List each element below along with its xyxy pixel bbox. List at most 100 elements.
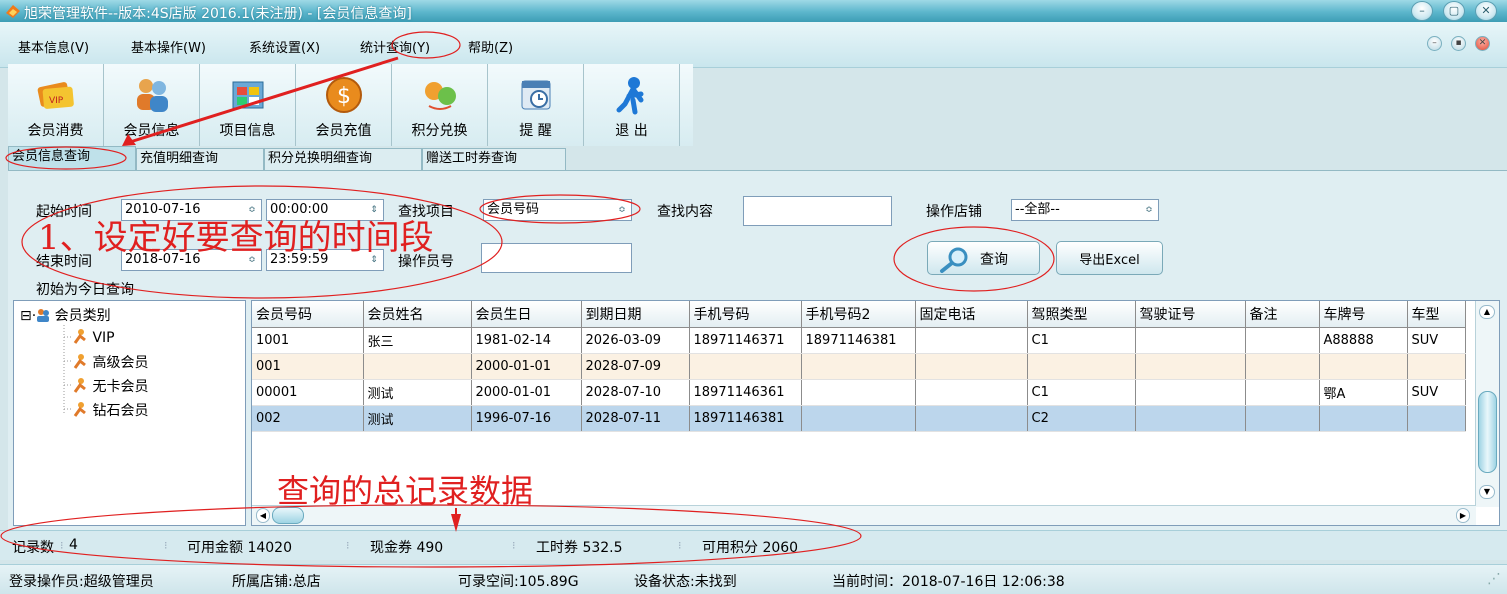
table-row[interactable]: 001 2000-01-01 2028-07-09 (252, 353, 1466, 380)
store-dropdown-icon[interactable]: ≎ (1141, 202, 1157, 218)
table-cell (689, 353, 802, 380)
table-cell (915, 405, 1028, 432)
column-header[interactable]: 手机号码 (689, 301, 802, 328)
title-bar: 旭荣管理软件--版本:4S店版 2016.1(未注册) - [会员信息查询] –… (0, 0, 1507, 22)
table-cell (1135, 353, 1246, 380)
menu-basic-ops[interactable]: 基本操作(W) (131, 37, 206, 56)
member-consume-button[interactable]: VIP 会员消费 (8, 64, 104, 146)
magnifier-icon (940, 247, 968, 273)
table-cell: 测试 (363, 405, 472, 432)
column-header[interactable]: 驾照类型 (1027, 301, 1136, 328)
search-content-input[interactable] (743, 196, 892, 226)
scroll-left-icon[interactable]: ◀ (256, 508, 270, 523)
scroll-right-icon[interactable]: ▶ (1456, 508, 1470, 523)
separator: ⁝ (60, 539, 64, 552)
menu-help[interactable]: 帮助(Z) (468, 37, 513, 56)
table-cell: 2000-01-01 (471, 353, 582, 380)
member-user-icon (73, 329, 86, 344)
column-header[interactable]: 车型 (1407, 301, 1466, 328)
tree-item-vip[interactable]: VIP (72, 328, 115, 346)
tree-item-nocard[interactable]: 无卡会员 (72, 376, 148, 396)
column-header[interactable]: 到期日期 (581, 301, 690, 328)
tab-recharge-detail[interactable]: 充值明细查询 (136, 148, 264, 170)
query-button[interactable]: 查询 (927, 241, 1040, 275)
table-cell (1135, 379, 1246, 406)
exit-button[interactable]: 退 出 (584, 64, 680, 146)
table-header-row: 会员号码 会员姓名 会员生日 到期日期 手机号码 手机号码2 固定电话 驾照类型… (252, 301, 1466, 328)
menu-basic-info[interactable]: 基本信息(V) (18, 37, 89, 56)
separator: ⁝ (512, 539, 516, 552)
column-header[interactable]: 手机号码2 (801, 301, 916, 328)
mdi-close-button[interactable]: ✕ (1475, 36, 1490, 51)
member-info-button[interactable]: 会员信息 (104, 64, 200, 146)
tab-member-query[interactable]: 会员信息查询 (8, 146, 136, 170)
project-info-button[interactable]: 项目信息 (200, 64, 296, 146)
table-cell: 1001 (252, 327, 364, 354)
table-cell: SUV (1407, 327, 1466, 354)
column-header[interactable]: 会员生日 (471, 301, 582, 328)
search-item-dropdown-icon[interactable]: ≎ (614, 202, 630, 218)
store-value: --全部-- (1015, 202, 1060, 217)
table-cell (1245, 327, 1320, 354)
mdi-restore-button[interactable]: ▪ (1451, 36, 1466, 51)
window-title: 旭荣管理软件--版本:4S店版 2016.1(未注册) - [会员信息查询] (24, 6, 412, 22)
column-header[interactable]: 驾驶证号 (1135, 301, 1246, 328)
table-cell (801, 353, 916, 380)
table-cell: A88888 (1319, 327, 1408, 354)
column-header[interactable]: 备注 (1245, 301, 1320, 328)
tab-voucher-query[interactable]: 赠送工时券查询 (422, 148, 566, 170)
export-excel-label: 导出Excel (1079, 253, 1140, 268)
resize-grip-icon[interactable]: ⋰ (1487, 571, 1501, 587)
minimize-button[interactable]: – (1411, 1, 1433, 21)
table-row[interactable]: 1001 张三 1981-02-14 2026-03-09 1897114637… (252, 327, 1466, 354)
hour-voucher: 工时券 532.5 (536, 540, 623, 556)
status-bar: 登录操作员:超级管理员 所属店铺:总店 可录空间:105.89G 设备状态:未找… (0, 564, 1507, 594)
column-header[interactable]: 会员姓名 (363, 301, 472, 328)
table-cell: 鄂A (1319, 379, 1408, 406)
points-exchange-label: 积分兑换 (411, 123, 468, 139)
svg-text:VIP: VIP (49, 96, 64, 106)
column-header[interactable]: 固定电话 (915, 301, 1028, 328)
table-row-selected[interactable]: 002 测试 1996-07-16 2028-07-11 18971146381… (252, 405, 1466, 432)
table-cell (801, 379, 916, 406)
vertical-scroll-thumb[interactable] (1478, 391, 1497, 473)
scroll-down-icon[interactable]: ▼ (1479, 485, 1495, 499)
operator-input[interactable] (481, 243, 632, 273)
table-row[interactable]: 00001 测试 2000-01-01 2028-07-10 189711463… (252, 379, 1466, 406)
points-exchange-button[interactable]: 积分兑换 (392, 64, 488, 146)
member-info-label: 会员信息 (123, 123, 180, 139)
column-header[interactable]: 车牌号 (1319, 301, 1408, 328)
export-excel-button[interactable]: 导出Excel (1056, 241, 1163, 275)
recharge-button[interactable]: $ 会员充值 (296, 64, 392, 146)
vertical-scrollbar[interactable]: ▲ ▼ (1475, 301, 1499, 507)
scroll-up-icon[interactable]: ▲ (1479, 305, 1495, 319)
table-cell: 2028-07-09 (581, 353, 690, 380)
maximize-button[interactable]: ▢ (1443, 1, 1465, 21)
tab-points-detail[interactable]: 积分兑换明细查询 (264, 148, 422, 170)
table-cell: 1981-02-14 (471, 327, 582, 354)
separator: ⁝ (164, 539, 168, 552)
tree-item-vip-label: VIP (92, 330, 115, 346)
tree-lines (63, 325, 72, 413)
menu-settings[interactable]: 系统设置(X) (249, 37, 320, 56)
members-icon (137, 79, 168, 112)
column-header[interactable]: 会员号码 (252, 301, 364, 328)
table-cell (1027, 353, 1136, 380)
toolbar: VIP 会员消费 会员信息 项目信息 $ 会员充值 积分兑换 提 醒 退 出 (8, 64, 693, 146)
table-cell: 2000-01-01 (471, 379, 582, 406)
table-cell (1245, 405, 1320, 432)
menu-statistics[interactable]: 统计查询(Y) (360, 37, 430, 56)
reminder-button[interactable]: 提 醒 (488, 64, 584, 146)
tree-item-senior[interactable]: 高级会员 (72, 352, 148, 372)
annotation-totals: 查询的总记录数据 (277, 472, 534, 510)
close-button[interactable]: ✕ (1475, 1, 1497, 21)
status-operator: 登录操作员:超级管理员 (9, 574, 154, 590)
record-count-label: 记录数 (12, 540, 54, 556)
table-cell (915, 353, 1028, 380)
tree-item-diamond[interactable]: 钻石会员 (72, 400, 148, 420)
mdi-minimize-button[interactable]: – (1427, 36, 1442, 51)
store-select[interactable]: --全部-- ≎ (1011, 199, 1159, 221)
member-consume-label: 会员消费 (27, 123, 84, 139)
member-user-icon (73, 354, 86, 369)
search-item-select[interactable]: 会员号码 ≎ (483, 199, 632, 221)
